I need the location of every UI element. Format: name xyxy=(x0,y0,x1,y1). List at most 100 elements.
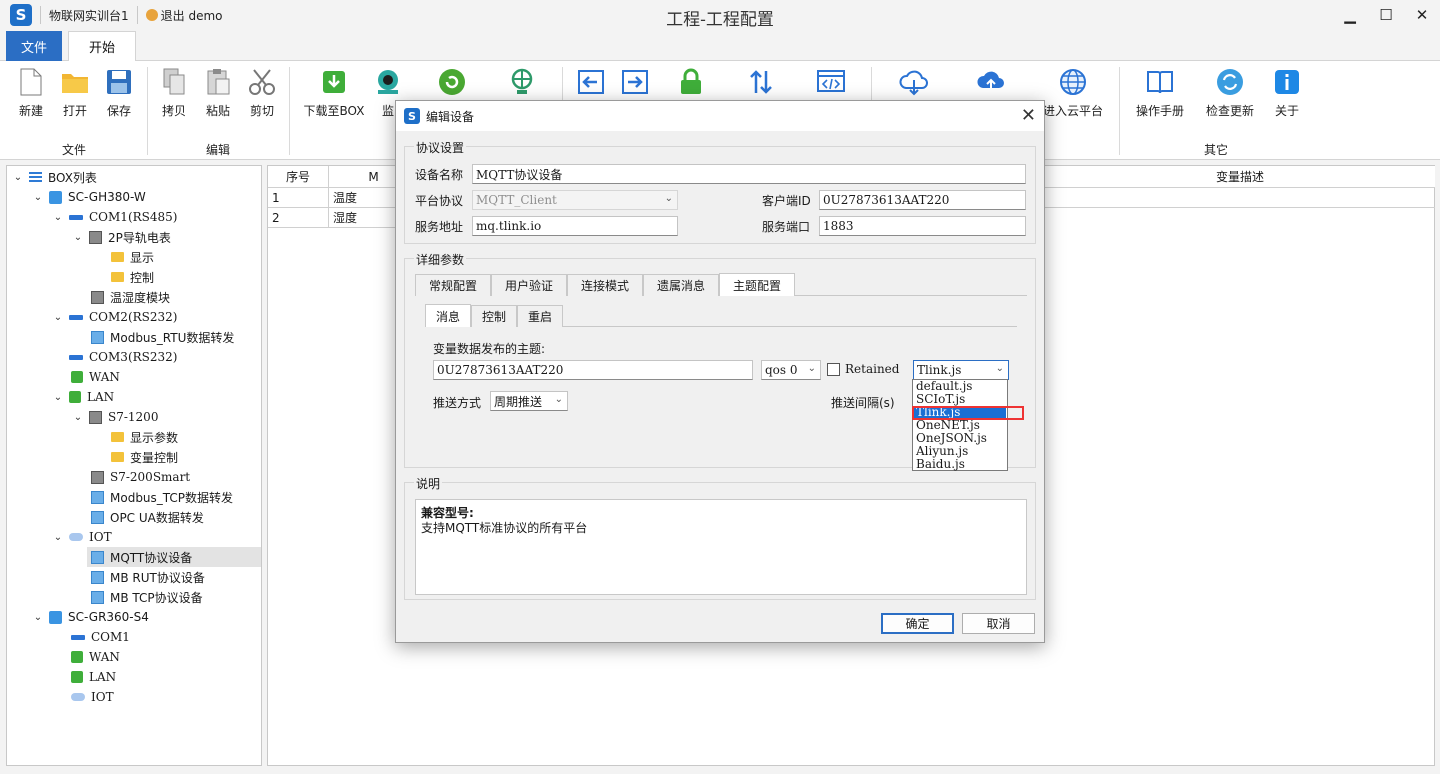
tree-node[interactable]: ⌄ SC-GH380-W xyxy=(31,187,146,207)
tab-file[interactable]: 文件 xyxy=(6,31,62,61)
monitor-icon xyxy=(373,67,403,96)
minimize-button[interactable]: ▁ xyxy=(1332,0,1368,30)
tree-node[interactable]: LAN xyxy=(71,667,116,687)
device-name-input[interactable]: MQTT协议设备 xyxy=(472,164,1026,184)
tree-node[interactable]: ⌄ S7-1200 xyxy=(71,407,159,427)
iot-icon xyxy=(71,693,85,701)
logout-link[interactable]: 退出 demo xyxy=(145,7,223,24)
script-select[interactable]: Tlink.js ⌄ xyxy=(913,360,1009,380)
ribbon-divider xyxy=(1119,67,1120,155)
ok-button[interactable]: 确定 xyxy=(881,613,954,634)
tree-node[interactable]: S7-200Smart xyxy=(91,467,190,487)
dropdown-option[interactable]: Baidu.js xyxy=(914,458,1006,471)
table-cell-index[interactable]: 1 xyxy=(268,188,329,208)
retained-checkbox[interactable] xyxy=(827,363,840,376)
chevron-down-icon[interactable]: ⌄ xyxy=(31,192,45,203)
tree-node[interactable]: WAN xyxy=(71,647,120,667)
push-mode-select[interactable]: 周期推送 ⌄ xyxy=(490,391,568,411)
detail-params-legend: 详细参数 xyxy=(414,251,467,268)
tab-topic-config[interactable]: 主题配置 xyxy=(719,273,795,296)
tree-label: MB TCP协议设备 xyxy=(110,590,203,605)
tree-node[interactable]: COM3(RS232) xyxy=(69,347,177,367)
serial-port-icon xyxy=(69,314,83,320)
table-cell-index[interactable]: 2 xyxy=(268,208,329,228)
user-icon xyxy=(145,8,158,21)
qos-select[interactable]: qos 0 ⌄ xyxy=(761,360,821,380)
tree-label: 控制 xyxy=(130,270,155,285)
tree-node[interactable]: ⌄ COM2(RS232) xyxy=(51,307,178,327)
download-to-box-button[interactable]: 下载至BOX xyxy=(302,67,366,119)
chevron-down-icon[interactable]: ⌄ xyxy=(71,232,85,243)
close-window-button[interactable]: ✕ xyxy=(1404,0,1440,30)
divider xyxy=(136,6,138,24)
manual-button[interactable]: 操作手册 xyxy=(1132,67,1188,119)
about-button[interactable]: 关于 xyxy=(1259,67,1315,119)
serial-port-icon xyxy=(69,214,83,220)
tab-auth[interactable]: 用户验证 xyxy=(491,274,567,296)
iot-icon xyxy=(69,533,83,541)
chevron-down-icon[interactable]: ⌄ xyxy=(51,312,65,323)
group-other-label: 其它 xyxy=(1204,143,1229,157)
topic-label: 变量数据发布的主题: xyxy=(433,342,546,356)
tree-label: SC-GH380-W xyxy=(68,190,146,204)
topic-input[interactable]: 0U27873613AAT220 xyxy=(433,360,753,380)
tree-label: LAN xyxy=(87,390,115,404)
chevron-down-icon[interactable]: ⌄ xyxy=(31,612,45,623)
column-header-index[interactable]: 序号 xyxy=(268,166,329,188)
tree-node[interactable]: 变量控制 xyxy=(111,447,178,467)
wan-icon xyxy=(71,371,83,383)
tree-node[interactable]: ⌄ 2P导轨电表 xyxy=(71,227,171,247)
server-port-input[interactable]: 1883 xyxy=(819,216,1026,236)
tree-label: MB RUT协议设备 xyxy=(110,570,205,585)
edit-device-dialog: S 编辑设备 ✕ 协议设置 设备名称 MQTT协议设备 平台协议 MQTT_Cl… xyxy=(395,100,1045,643)
cancel-button[interactable]: 取消 xyxy=(962,613,1035,634)
tree-node[interactable]: MB TCP协议设备 xyxy=(91,587,203,607)
subtab-message[interactable]: 消息 xyxy=(425,304,471,327)
column-header-description[interactable]: 变量描述 xyxy=(1045,166,1435,188)
tree-node[interactable]: ⌄ BOX列表 xyxy=(11,167,97,187)
dialog-title: 编辑设备 xyxy=(426,109,475,124)
tree-node[interactable]: OPC UA数据转发 xyxy=(91,507,204,527)
tree-node[interactable]: 温湿度模块 xyxy=(91,287,170,307)
chevron-down-icon[interactable]: ⌄ xyxy=(51,532,65,543)
tree-node[interactable]: MB RUT协议设备 xyxy=(91,567,205,587)
save-button[interactable]: 保存 xyxy=(91,67,147,119)
tab-connection[interactable]: 连接模式 xyxy=(567,274,643,296)
enter-cloud-button[interactable]: 进入云平台 xyxy=(1040,67,1106,119)
chevron-down-icon[interactable]: ⌄ xyxy=(51,212,65,223)
plc-icon xyxy=(89,410,102,424)
chevron-down-icon[interactable]: ⌄ xyxy=(51,392,65,403)
tree-node-selected[interactable]: MQTT协议设备 xyxy=(87,547,261,567)
chevron-down-icon[interactable]: ⌄ xyxy=(11,172,25,183)
chevron-down-icon[interactable]: ⌄ xyxy=(71,412,85,423)
tree-node[interactable]: WAN xyxy=(71,367,120,387)
platform-protocol-select[interactable]: MQTT_Client ⌄ xyxy=(472,190,678,210)
compatible-models-text: 支持MQTT标准协议的所有平台 xyxy=(421,521,588,535)
subtab-control[interactable]: 控制 xyxy=(471,305,517,327)
check-update-button[interactable]: 检查更新 xyxy=(1202,67,1258,119)
cube-icon xyxy=(91,590,104,604)
tree-node[interactable]: ⌄ LAN xyxy=(51,387,114,407)
tab-start[interactable]: 开始 xyxy=(68,31,136,62)
tree-node[interactable]: 显示参数 xyxy=(111,427,178,447)
tree-node[interactable]: ⌄ SC-GR360-S4 xyxy=(31,607,149,627)
tree-node[interactable]: 显示 xyxy=(111,247,154,267)
tab-will-message[interactable]: 遗属消息 xyxy=(643,274,719,296)
globe-icon xyxy=(1058,67,1088,96)
tree-node[interactable]: ⌄ COM1(RS485) xyxy=(51,207,178,227)
cut-button[interactable]: 剪切 xyxy=(234,67,290,119)
server-address-input[interactable]: mq.tlink.io xyxy=(472,216,678,236)
maximize-button[interactable]: ☐ xyxy=(1368,0,1404,30)
tree-node[interactable]: 控制 xyxy=(111,267,154,287)
tab-general[interactable]: 常规配置 xyxy=(415,274,491,296)
tree-node[interactable]: ⌄ IOT xyxy=(51,527,112,547)
tree-node[interactable]: COM1 xyxy=(71,627,130,647)
client-id-input[interactable]: 0U27873613AAT220 xyxy=(819,190,1026,210)
tree-node[interactable]: Modbus_RTU数据转发 xyxy=(91,327,234,347)
dialog-close-icon[interactable]: ✕ xyxy=(1021,105,1036,126)
tree-node[interactable]: IOT xyxy=(71,687,114,707)
new-file-icon xyxy=(16,67,46,96)
subtab-restart[interactable]: 重启 xyxy=(517,305,563,327)
tree-label: Modbus_TCP数据转发 xyxy=(110,490,234,505)
tree-node[interactable]: Modbus_TCP数据转发 xyxy=(91,487,233,507)
